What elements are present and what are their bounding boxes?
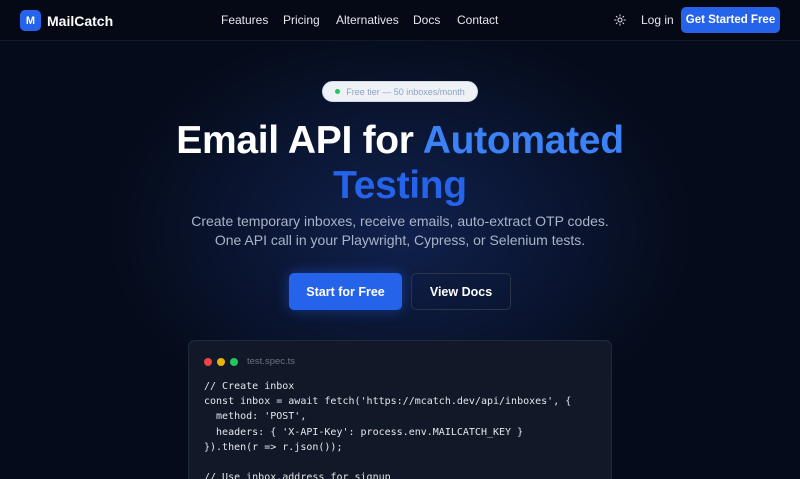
code-line: }).then(r => r.json());	[204, 441, 343, 453]
top-nav: M MailCatch Features Pricing Alternative…	[0, 0, 800, 41]
subtitle-line-1: Create temporary inboxes, receive emails…	[191, 213, 609, 229]
nav-link-pricing[interactable]: Pricing	[283, 13, 320, 27]
free-tier-badge: Free tier — 50 inboxes/month	[322, 81, 478, 102]
window-controls	[204, 358, 238, 366]
code-line: method: 'POST',	[204, 411, 307, 423]
code-line: // Use inbox.address for signup	[204, 472, 391, 479]
headline-white: Email API for	[176, 119, 423, 162]
badge-text: Free tier — 50 inboxes/month	[346, 86, 465, 97]
code-filename: test.spec.ts	[247, 356, 296, 367]
nav-link-features[interactable]: Features	[221, 13, 268, 27]
page-title: Email API for Automated Testing	[0, 118, 800, 208]
code-window: test.spec.ts // Create inbox const inbox …	[188, 340, 612, 479]
yellow-dot-icon	[217, 358, 225, 366]
nav-link-alternatives[interactable]: Alternatives	[336, 13, 399, 27]
status-dot-icon	[335, 89, 341, 94]
code-line: ​	[204, 455, 571, 470]
brand-logo[interactable]: M MailCatch	[20, 10, 113, 31]
subtitle-line-2: One API call in your Playwright, Cypress…	[214, 232, 586, 248]
landing-page: M MailCatch Features Pricing Alternative…	[0, 0, 800, 479]
headline-blue: Automated	[422, 119, 624, 162]
code-line: headers: { 'X-API-Key': process.env.MAIL…	[204, 426, 524, 438]
code-block: // Create inbox const inbox = await fetch…	[204, 379, 571, 479]
nav-link-contact[interactable]: Contact	[457, 13, 498, 27]
red-dot-icon	[204, 358, 212, 366]
headline-line2: Testing	[333, 164, 467, 207]
get-started-button[interactable]: Get Started Free	[681, 7, 780, 33]
nav-link-docs[interactable]: Docs	[413, 13, 440, 27]
login-link[interactable]: Log in	[641, 13, 674, 27]
logo-mark: M	[20, 10, 41, 31]
view-docs-button[interactable]: View Docs	[411, 273, 511, 310]
brand-name: MailCatch	[47, 12, 114, 29]
code-line: // Create inbox	[204, 381, 295, 392]
green-dot-icon	[230, 358, 238, 366]
start-for-free-button[interactable]: Start for Free	[289, 273, 402, 310]
sun-icon[interactable]	[612, 12, 628, 28]
code-line: const inbox = await fetch('https://mcatc…	[204, 396, 572, 408]
hero-subtitle: Create temporary inboxes, receive emails…	[0, 212, 800, 250]
